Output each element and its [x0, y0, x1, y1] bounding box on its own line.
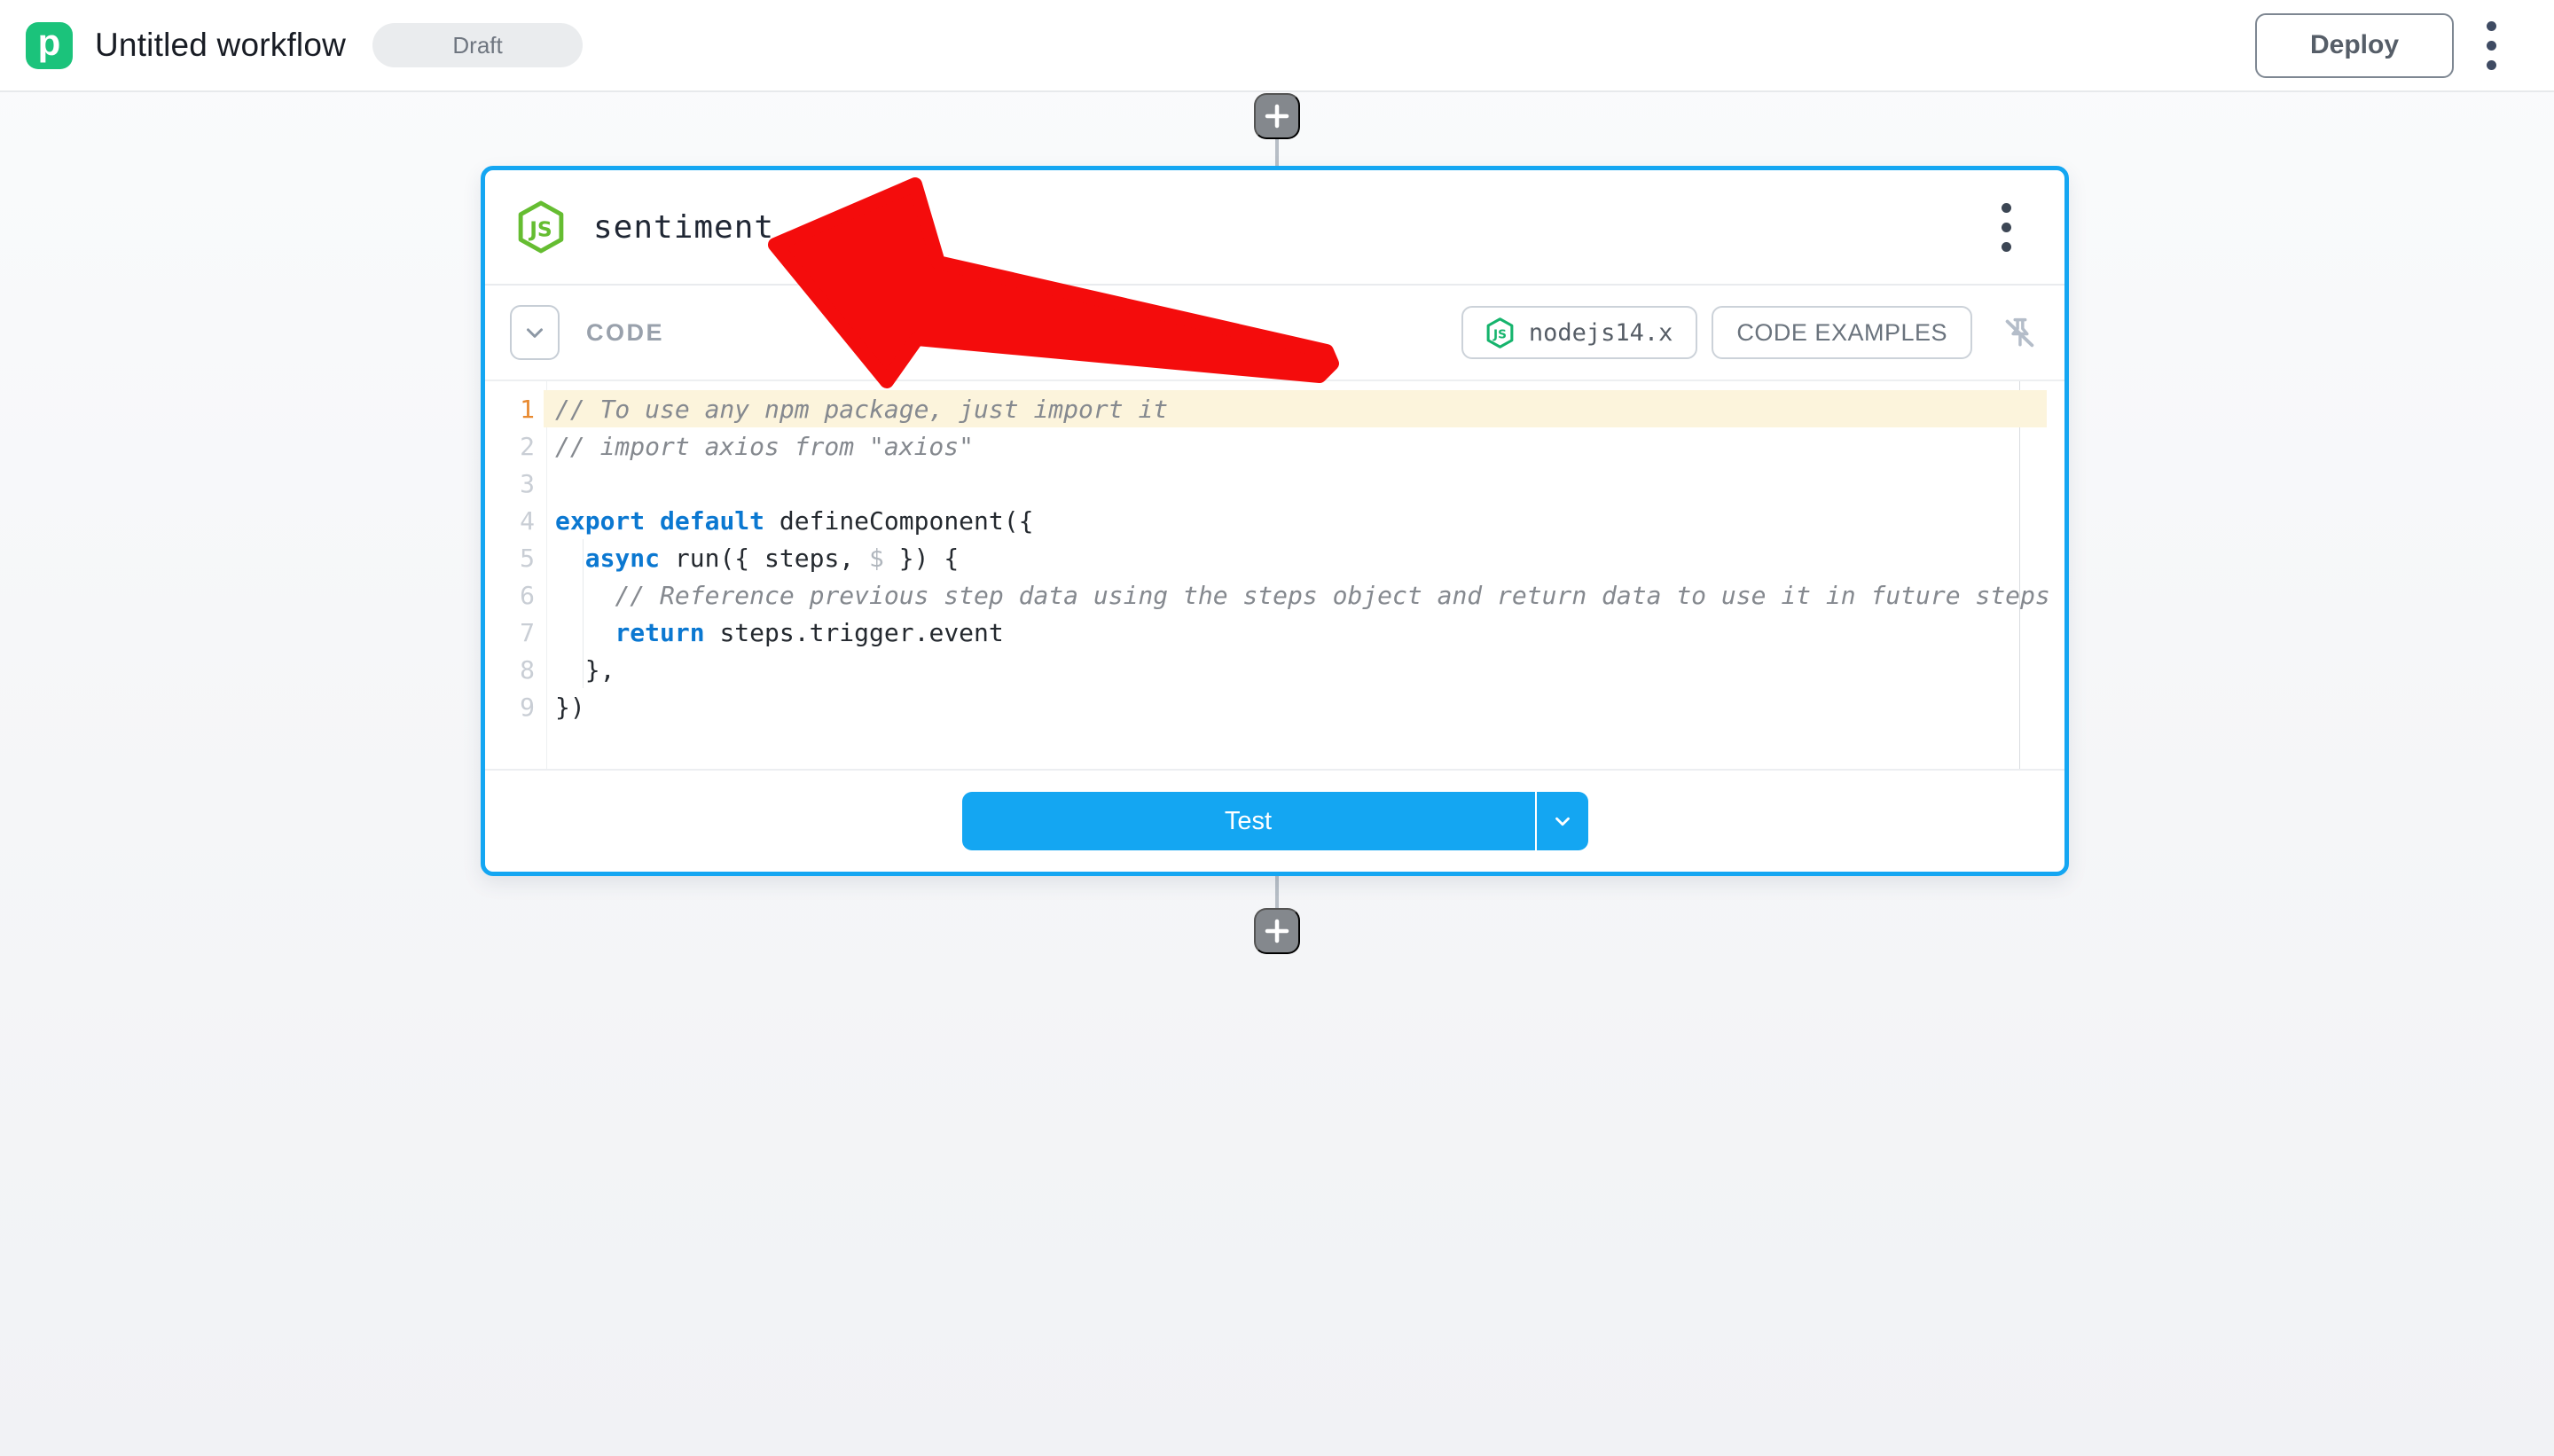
plus-icon	[1264, 918, 1290, 944]
code-line[interactable]: 7 return steps.trigger.event	[485, 614, 2064, 651]
line-number: 4	[485, 506, 535, 536]
code-toolbar: CODE JS nodejs14.x CODE EXAMPLES	[485, 286, 2064, 381]
code-section-label: CODE	[586, 319, 664, 347]
code-line[interactable]: 4export default defineComponent({	[485, 502, 2064, 539]
svg-text:JS: JS	[528, 216, 552, 241]
kebab-dot	[2002, 203, 2011, 213]
step-card-footer: Test	[485, 769, 2064, 872]
runtime-label: nodejs14.x	[1529, 319, 1673, 347]
code-line[interactable]: 6 // Reference previous step data using …	[485, 576, 2064, 614]
code-text: },	[535, 655, 615, 685]
test-split-button: Test	[962, 792, 1588, 850]
nodejs-icon: JS	[1486, 317, 1514, 348]
pipedream-logo[interactable]: p	[26, 22, 73, 69]
add-step-below-button[interactable]	[1254, 908, 1300, 954]
unpin-button[interactable]	[1995, 309, 2043, 356]
code-text: // Reference previous step data using th…	[535, 581, 2050, 610]
chevron-down-icon	[1551, 810, 1574, 833]
chevron-down-icon	[521, 319, 548, 346]
code-line[interactable]: 9})	[485, 688, 2064, 725]
line-number: 1	[485, 395, 535, 424]
step-name[interactable]: sentiment	[593, 209, 774, 246]
code-editor[interactable]: 1// To use any npm package, just import …	[485, 381, 2064, 769]
app-header: p Untitled workflow Draft Deploy	[0, 0, 2554, 92]
code-text: })	[535, 693, 585, 722]
svg-text:JS: JS	[1492, 327, 1507, 341]
line-number: 9	[485, 693, 535, 722]
step-card-header: JS sentiment	[485, 170, 2064, 286]
connector-line-bottom	[1275, 874, 1279, 910]
logo-letter: p	[38, 24, 61, 61]
runtime-selector[interactable]: JS nodejs14.x	[1461, 306, 1698, 359]
code-text: // import axios from "axios"	[535, 432, 974, 461]
status-badge: Draft	[372, 23, 583, 67]
line-number: 3	[485, 469, 535, 498]
code-text: async run({ steps, $ }) {	[535, 544, 959, 573]
collapse-section-button[interactable]	[510, 305, 560, 360]
line-number: 8	[485, 655, 535, 685]
code-line[interactable]: 8 },	[485, 651, 2064, 688]
code-text: export default defineComponent({	[535, 506, 1033, 536]
kebab-dot	[2487, 41, 2496, 51]
workflow-title[interactable]: Untitled workflow	[95, 27, 346, 64]
line-number: 6	[485, 581, 535, 610]
code-line[interactable]: 2// import axios from "axios"	[485, 427, 2064, 465]
code-line[interactable]: 3	[485, 465, 2064, 502]
code-text: // To use any npm package, just import i…	[535, 395, 1168, 424]
add-step-above-button[interactable]	[1254, 93, 1300, 139]
step-menu-button[interactable]	[1993, 194, 2020, 261]
code-lines: 1// To use any npm package, just import …	[485, 390, 2064, 725]
test-button[interactable]: Test	[962, 792, 1535, 850]
line-number: 5	[485, 544, 535, 573]
workflow-menu-button[interactable]	[2478, 12, 2505, 79]
line-number: 7	[485, 618, 535, 647]
kebab-dot	[2487, 60, 2496, 70]
code-line[interactable]: 5 async run({ steps, $ }) {	[485, 539, 2064, 576]
connector-line-top	[1275, 139, 1279, 168]
test-options-button[interactable]	[1537, 792, 1588, 850]
kebab-dot	[2002, 242, 2011, 252]
kebab-dot	[2002, 223, 2011, 232]
kebab-dot	[2487, 21, 2496, 31]
line-number: 2	[485, 432, 535, 461]
code-line[interactable]: 1// To use any npm package, just import …	[485, 390, 2064, 427]
deploy-button[interactable]: Deploy	[2255, 13, 2454, 78]
code-examples-button[interactable]: CODE EXAMPLES	[1712, 306, 1972, 359]
code-text: return steps.trigger.event	[535, 618, 1004, 647]
nodejs-icon: JS	[517, 200, 565, 254]
pin-slash-icon	[1999, 312, 2040, 353]
step-card-sentiment: JS sentiment CODE JS nodejs14.x CODE EXA…	[481, 166, 2069, 876]
plus-icon	[1264, 103, 1290, 129]
